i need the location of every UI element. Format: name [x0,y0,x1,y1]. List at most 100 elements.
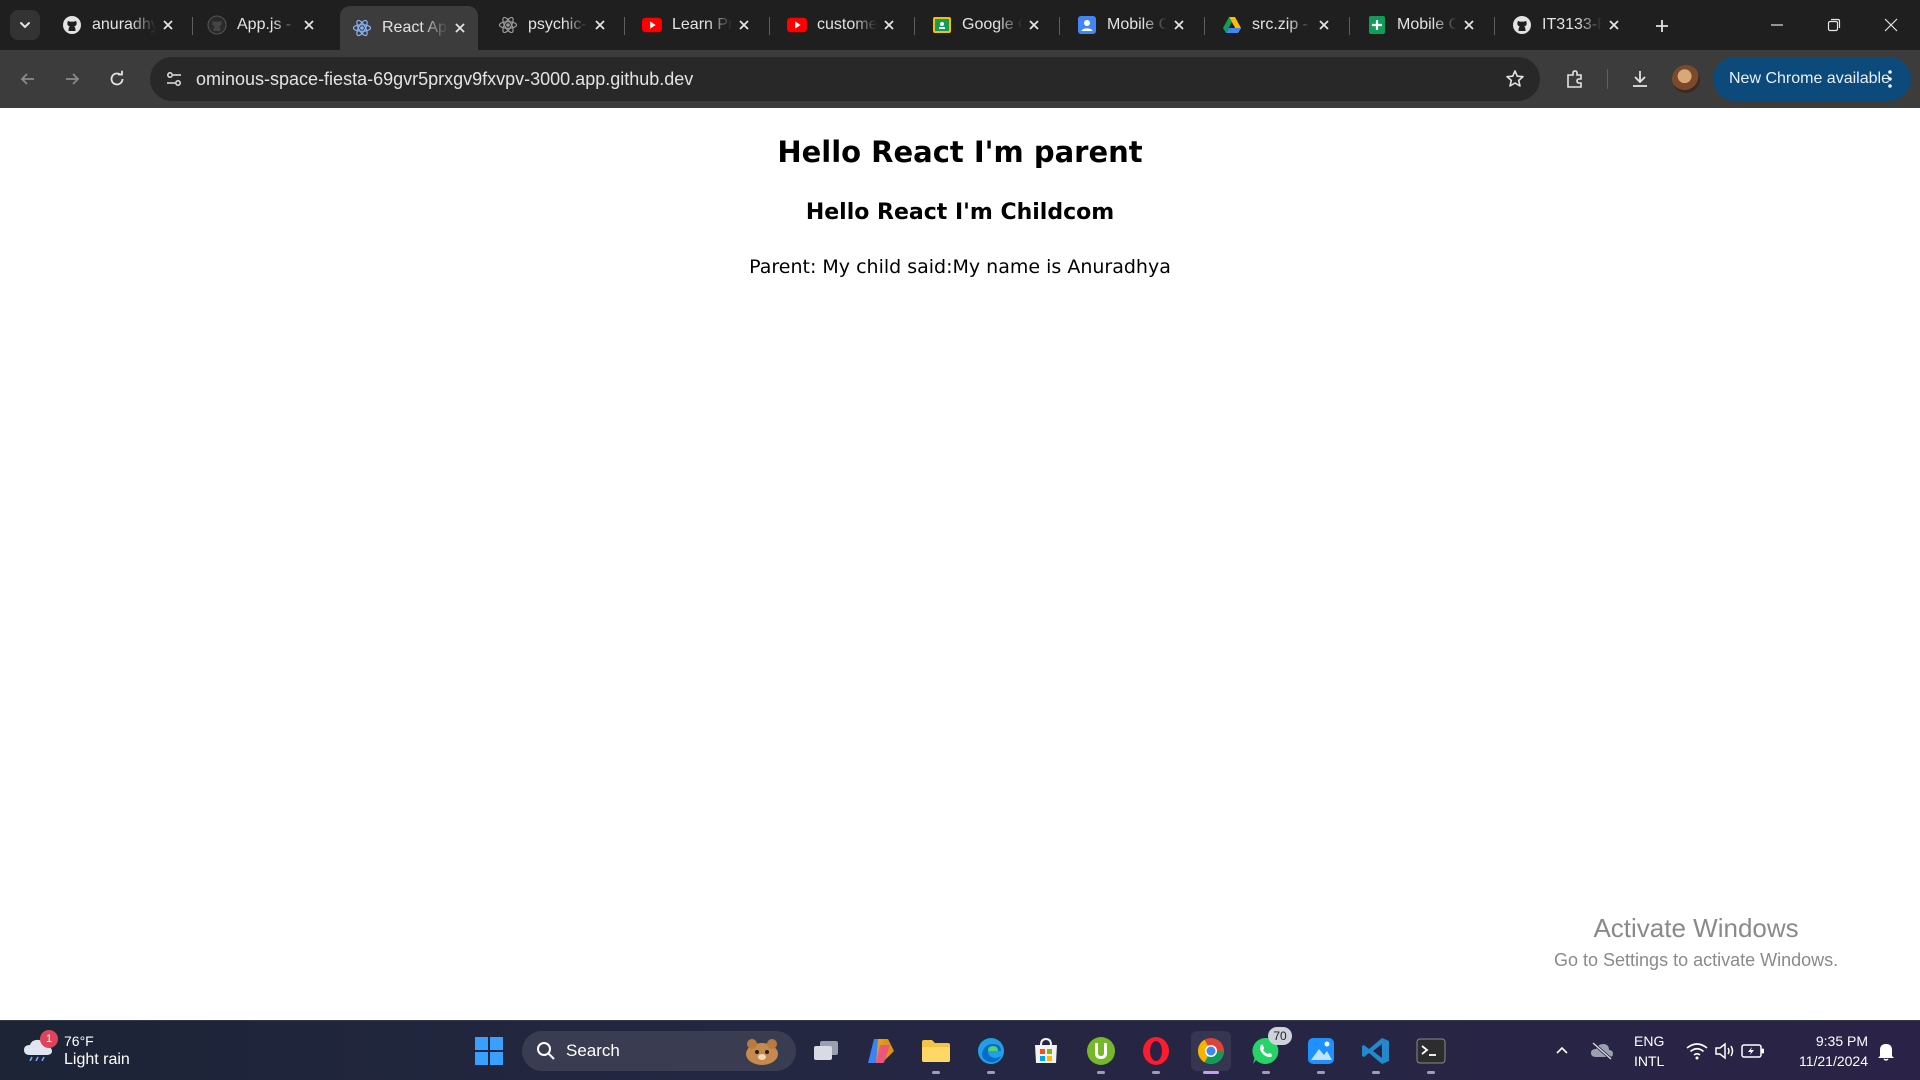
photos-button[interactable] [1301,1031,1341,1074]
vscode-button[interactable] [1356,1031,1396,1074]
file-explorer-button[interactable] [916,1031,956,1074]
new-tab-button[interactable] [1648,12,1676,40]
close-icon [1884,18,1898,32]
site-info-button[interactable] [158,63,190,95]
tab-divider [914,17,915,35]
copilot-icon [868,1039,894,1063]
running-indicator [1203,1071,1219,1074]
tab-react-app[interactable]: React App [340,6,478,50]
chrome-update-button[interactable]: New Chrome available [1713,57,1911,101]
reload-button[interactable] [99,61,135,97]
tab-divider [1494,17,1495,35]
close-icon[interactable] [588,13,612,37]
tab-psychic-spoon[interactable]: psychic-spoon [486,8,618,42]
youtube-icon [642,15,662,35]
tab-title: Mobile Contacts [1107,16,1167,33]
weather-temperature: 76°F [64,1033,94,1049]
profile-avatar[interactable] [1672,65,1700,93]
restore-button[interactable] [1805,0,1863,50]
tab-search-button[interactable] [10,10,40,40]
volume-button[interactable] [1711,1037,1739,1065]
notifications-button[interactable] [1872,1037,1900,1065]
chrome-icon [1197,1038,1225,1065]
tab-google-classroom[interactable]: Google Classroom [920,8,1052,42]
plus-icon [1656,20,1668,32]
url-text[interactable]: ominous-space-fiesta-69gvr5prxgv9fxvpv-3… [196,69,693,90]
terminal-button[interactable] [1411,1031,1451,1074]
more-vertical-icon[interactable] [1879,67,1901,91]
close-icon[interactable] [1022,13,1046,37]
tab-it3133-react[interactable]: IT3133-React [1500,8,1632,42]
tab-strip: anuradhya App.js - Code React App psychi… [0,0,1920,50]
edge-button[interactable] [971,1031,1011,1074]
running-indicator [1317,1071,1325,1074]
extensions-button[interactable] [1559,63,1591,95]
store-icon [1035,1037,1057,1063]
system-clock[interactable]: 9:35 PM 11/21/2024 [1784,1031,1868,1071]
chrome-button[interactable] [1191,1031,1231,1074]
tab-mobile-computing[interactable]: Mobile Computing [1355,8,1487,42]
search-icon [537,1042,555,1060]
close-icon[interactable] [1312,13,1336,37]
weather-widget[interactable]: 1 76°F Light rain [20,1030,160,1071]
tab-src-zip[interactable]: src.zip - Google Drive [1210,8,1342,42]
taskbar-search-box[interactable]: Search [522,1031,796,1071]
tab-mobile-contacts[interactable]: Mobile Contacts [1065,8,1197,42]
restore-icon [1827,18,1841,32]
task-view-button[interactable] [806,1031,846,1071]
utorrent-button[interactable] [1081,1031,1121,1074]
wifi-button[interactable] [1683,1037,1711,1065]
forward-button[interactable] [54,61,90,97]
running-indicator [1372,1071,1380,1074]
opera-icon [1143,1037,1169,1065]
tab-title: IT3133-React [1542,16,1602,33]
onedrive-button[interactable] [1588,1037,1616,1065]
tab-anuradhya[interactable]: anuradhya [50,8,186,42]
close-window-button[interactable] [1862,0,1920,50]
sheets-icon [1367,15,1387,35]
back-button[interactable] [10,61,46,97]
opera-button[interactable] [1136,1031,1176,1074]
clock-time: 9:35 PM [1815,1033,1868,1049]
tab-divider [769,17,770,35]
bookmark-button[interactable] [1500,64,1530,94]
page-viewport: Hello React I'm parent Hello React I'm C… [0,108,1920,1020]
show-hidden-icons-button[interactable] [1548,1037,1576,1065]
tab-divider [1349,17,1350,35]
arrow-right-icon [66,73,80,85]
whatsapp-button[interactable]: 70 [1246,1027,1292,1074]
running-indicator [1097,1071,1105,1074]
tab-title: Google Classroom [962,16,1022,33]
battery-button[interactable] [1739,1037,1767,1065]
close-icon[interactable] [1602,13,1626,37]
close-icon[interactable] [156,13,180,37]
close-icon[interactable] [1167,13,1191,37]
child-heading: Hello React I'm Childcom [805,200,1115,225]
start-button[interactable] [469,1031,509,1071]
puzzle-icon [1567,70,1582,88]
watermark-subtitle: Go to Settings to activate Windows. [1554,950,1839,970]
input-language-indicator[interactable]: ENG INTL [1634,1031,1664,1071]
keyboard-layout: INTL [1634,1053,1665,1069]
speaker-icon [1715,1042,1734,1060]
tab-title: Mobile Computing [1397,16,1457,33]
tab-title: App.js - Code [237,16,297,33]
close-icon[interactable] [1457,13,1481,37]
youtube-icon [787,15,807,35]
parent-heading: Hello React I'm parent [777,135,1143,169]
minimize-icon [1771,24,1783,26]
address-bar[interactable]: ominous-space-fiesta-69gvr5prxgv9fxvpv-3… [150,57,1540,101]
close-icon[interactable] [877,13,901,37]
tab-customer[interactable]: customer [775,8,907,42]
close-icon[interactable] [297,13,321,37]
tab-learn-props[interactable]: Learn Props [630,8,762,42]
windows-taskbar: 1 76°F Light rain Search 70 ENG INTL 9:3… [0,1020,1920,1080]
downloads-button[interactable] [1624,63,1656,95]
tab-app-js[interactable]: App.js - Code [195,8,327,42]
minimize-button[interactable] [1748,0,1806,50]
close-icon[interactable] [448,16,472,40]
microsoft-store-button[interactable] [1026,1031,1066,1071]
copilot-button[interactable] [861,1031,901,1071]
windows-icon [475,1037,503,1065]
close-icon[interactable] [732,13,756,37]
